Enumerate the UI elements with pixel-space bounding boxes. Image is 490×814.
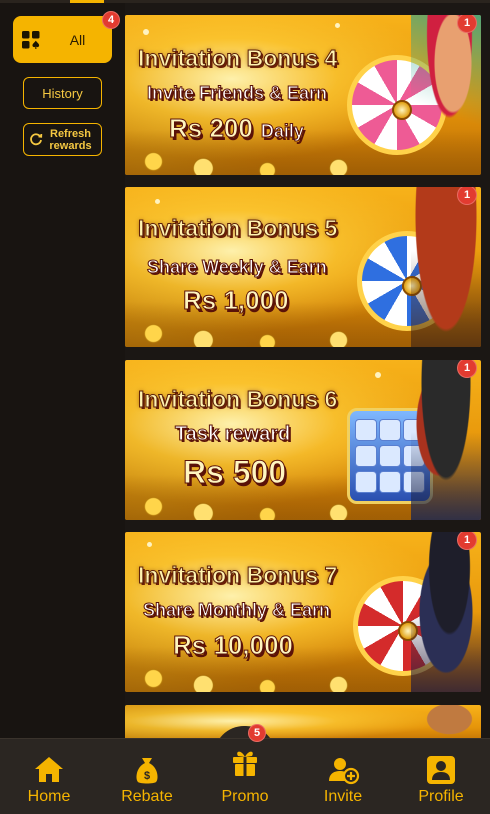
banner-subtitle: Share Weekly & Earn xyxy=(147,257,328,278)
character-pirate-icon xyxy=(411,360,481,520)
history-label: History xyxy=(42,85,83,101)
nav-rebate[interactable]: $ Rebate xyxy=(98,739,196,814)
banner-title: Invitation Bonus 5 xyxy=(137,215,338,242)
banner-title: Invitation Bonus 6 xyxy=(137,386,338,413)
bottom-navigation: Home $ Rebate Promo Invite Profile xyxy=(0,738,490,814)
nav-profile[interactable]: Profile xyxy=(392,739,490,814)
nav-invite-label: Invite xyxy=(323,788,363,805)
promo-banner-bonus-7[interactable]: Invitation Bonus 7 Share Monthly & Earn … xyxy=(125,532,481,692)
nav-invite[interactable]: Invite xyxy=(294,739,392,814)
banner-subtitle: Task reward xyxy=(174,423,291,446)
refresh-rewards-button[interactable]: Refresh rewards xyxy=(23,123,102,156)
banner-title: Invitation Bonus 7 xyxy=(137,562,338,589)
promotions-screen: All 4 History Refresh rewards Invitation … xyxy=(0,0,490,814)
banner-amount: Rs 1,000 xyxy=(183,285,290,316)
promo-banner-bonus-6[interactable]: Invitation Bonus 6 Task reward Rs 500 1 xyxy=(125,360,481,520)
svg-text:$: $ xyxy=(144,770,150,782)
history-button[interactable]: History xyxy=(23,77,102,109)
nav-promo-label: Promo xyxy=(221,788,269,805)
category-sidebar: All 4 History Refresh rewards xyxy=(0,3,125,738)
banner-amount: Rs 200 Daily xyxy=(169,113,305,144)
character-anubis-icon xyxy=(411,532,481,692)
nav-home-label: Home xyxy=(27,788,71,805)
banner-amount: Rs 500 xyxy=(182,454,287,491)
profile-icon xyxy=(427,756,455,784)
banner-title: Invitation Bonus 4 xyxy=(137,45,338,72)
banner-subtitle: Share Monthly & Earn xyxy=(142,600,331,621)
banner-subtitle: Invite Friends & Earn xyxy=(146,83,328,104)
promo-banner-bonus-5[interactable]: Invitation Bonus 5 Share Weekly & Earn R… xyxy=(125,187,481,347)
promo-badge: 5 xyxy=(248,724,266,742)
character-dancer-icon xyxy=(411,15,481,175)
add-user-icon xyxy=(329,758,360,785)
category-all-button[interactable]: All 4 xyxy=(13,11,120,63)
banner-amount: Rs 10,000 xyxy=(173,630,294,661)
money-bag-icon: $ xyxy=(136,758,158,784)
nav-home[interactable]: Home xyxy=(0,739,98,814)
category-all-label: All xyxy=(69,31,86,48)
promo-banner-bonus-4[interactable]: Invitation Bonus 4 Invite Friends & Earn… xyxy=(125,15,481,175)
refresh-icon xyxy=(30,133,43,146)
category-all-badge: 4 xyxy=(102,11,120,29)
nav-rebate-label: Rebate xyxy=(121,788,173,805)
nav-promo[interactable]: Promo xyxy=(196,739,294,814)
home-icon xyxy=(35,757,63,782)
character-skeleton-icon xyxy=(411,187,481,347)
nav-profile-label: Profile xyxy=(418,788,464,805)
gift-icon xyxy=(233,751,257,776)
